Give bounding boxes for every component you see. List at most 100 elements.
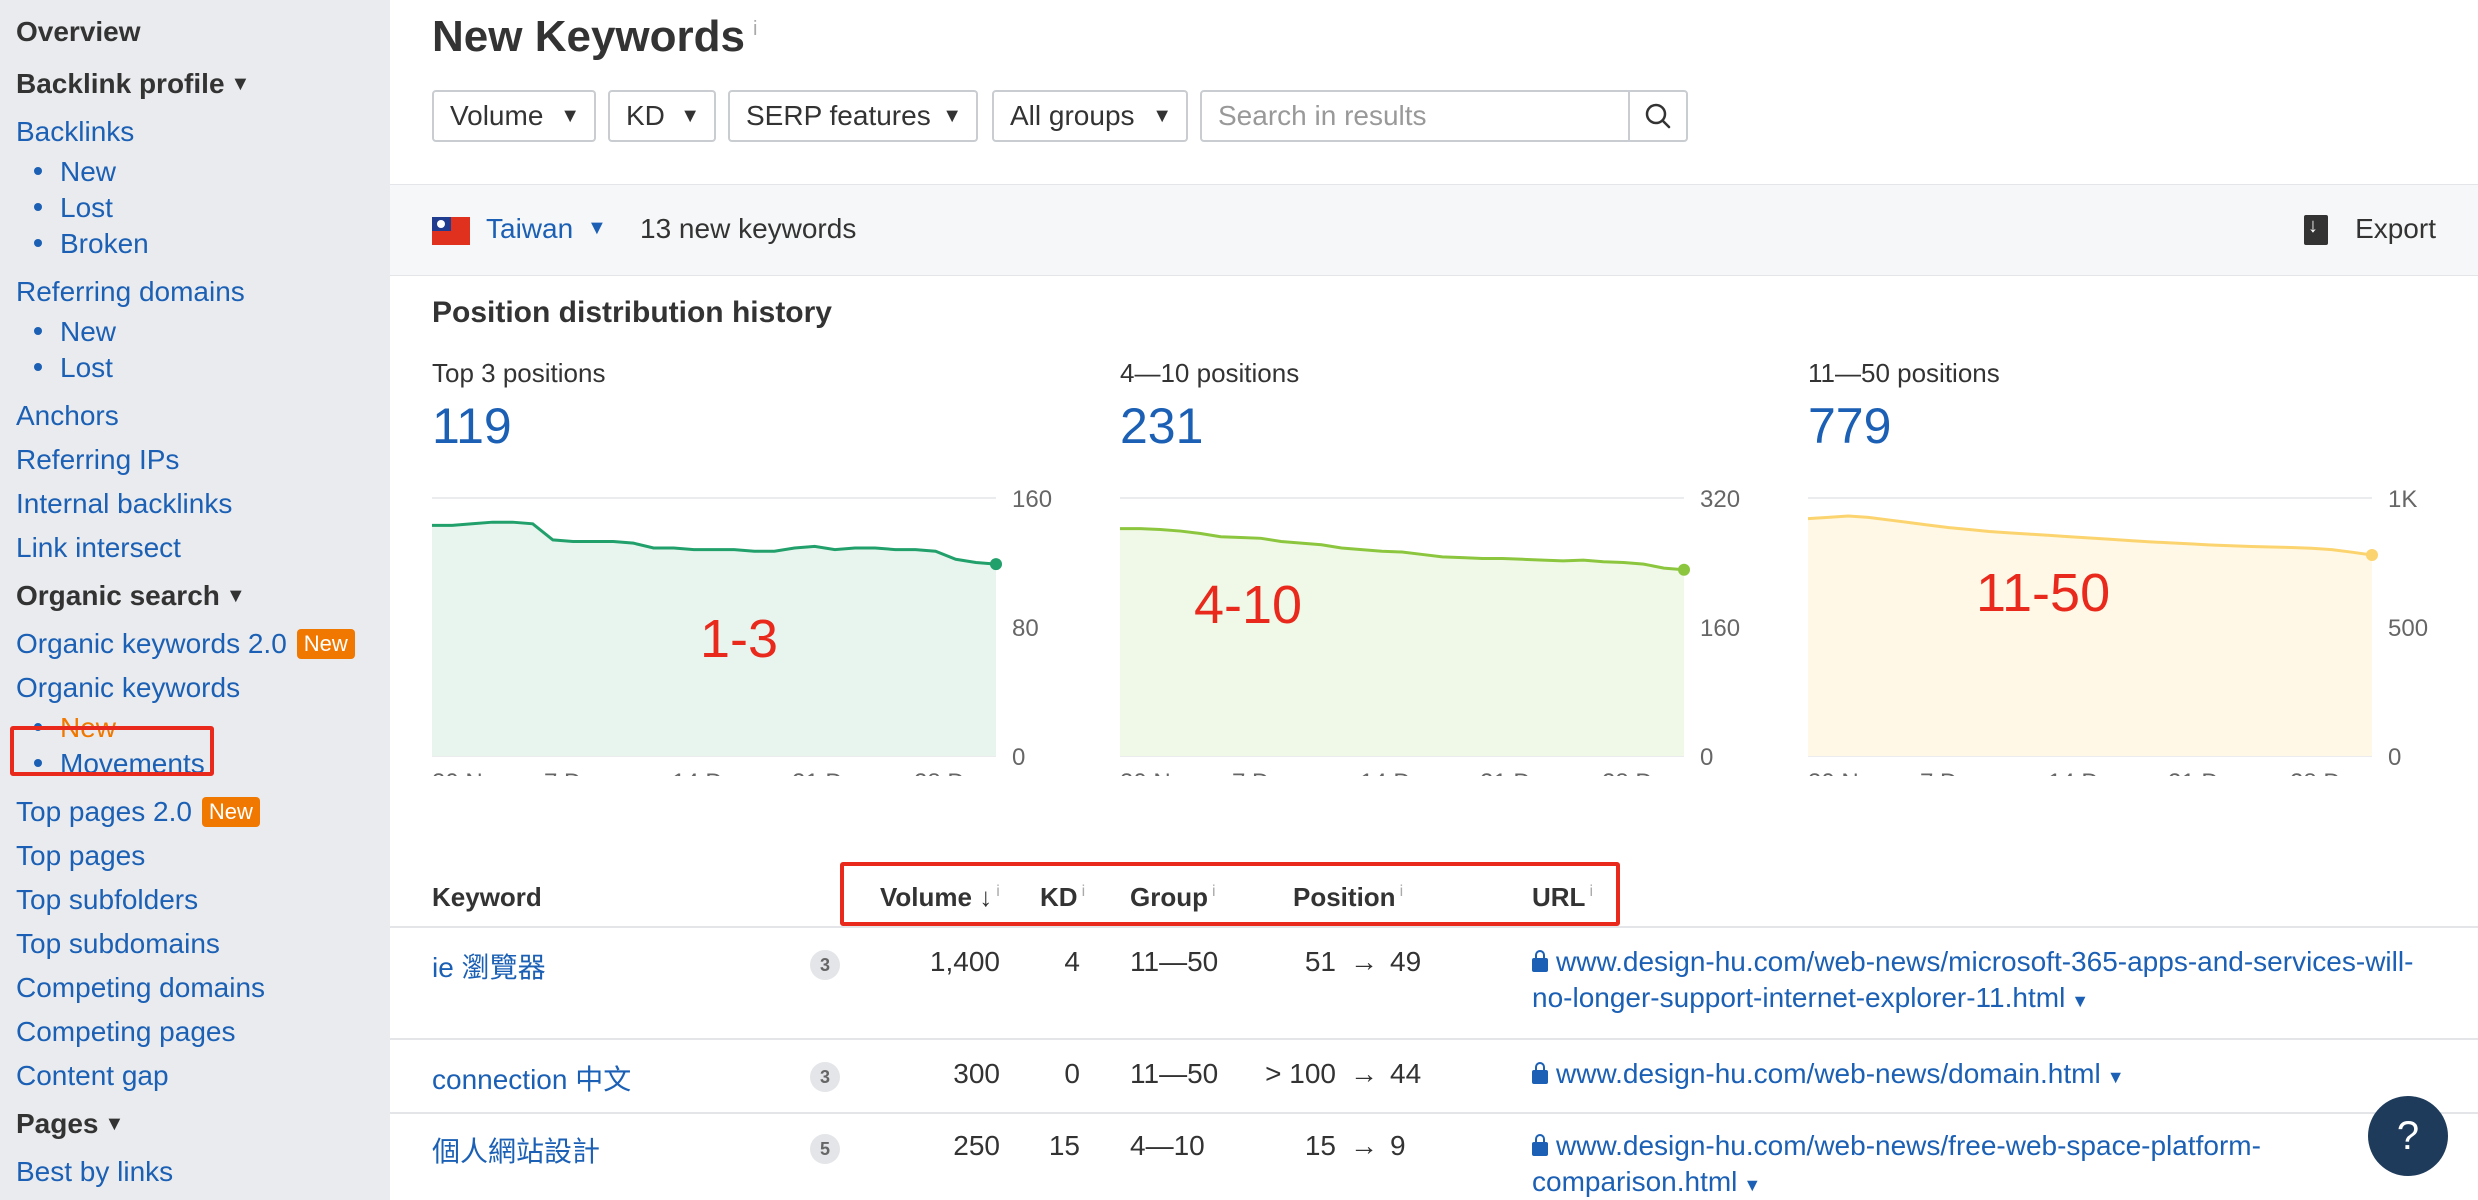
- position-to: 9: [1390, 1130, 1406, 1161]
- bullet-icon: [34, 326, 42, 335]
- groups-filter[interactable]: All groups ▼: [992, 90, 1188, 142]
- table-row: connection 中文 3 300 0 11—50 > 100 → 44 w…: [390, 1040, 2478, 1114]
- chart-annotation: 1-3: [700, 609, 779, 669]
- url-text: www.design-hu.com/web-news/microsoft-365…: [1532, 946, 2414, 1013]
- sidebar-item-backlinks-broken[interactable]: Broken: [16, 226, 390, 262]
- lock-icon: [1532, 1134, 1548, 1156]
- results-toolbar: Taiwan ▼ 13 new keywords Export: [390, 184, 2478, 276]
- sidebar-overview[interactable]: Overview: [16, 14, 390, 58]
- info-icon[interactable]: i: [753, 18, 757, 40]
- serp-features-filter[interactable]: SERP features ▼: [728, 90, 978, 142]
- sidebar-pages[interactable]: Pages ▼: [16, 1106, 390, 1150]
- sidebar-item-referring-domains[interactable]: Referring domains: [16, 270, 390, 314]
- new-badge: New: [201, 796, 260, 827]
- keyword-link[interactable]: connection 中文: [432, 1058, 631, 1098]
- column-volume[interactable]: Volume ↓ i: [880, 882, 1000, 913]
- country-selector[interactable]: Taiwan ▼: [486, 213, 607, 245]
- keyword-link[interactable]: ie 瀏覽器: [432, 946, 546, 986]
- position-from: > 100: [1265, 1058, 1336, 1089]
- taiwan-flag-icon: [432, 217, 470, 245]
- groups-filter-label: All groups: [1010, 100, 1135, 131]
- keyword-link[interactable]: 個人網站設計: [432, 1130, 600, 1170]
- sidebar: Overview Backlink profile ▼ Backlinks New…: [0, 0, 390, 1200]
- table-row: ie 瀏覽器 3 1,400 4 11—50 51 → 49 www.desig…: [390, 928, 2478, 1040]
- bullet-icon: [34, 362, 42, 371]
- sidebar-item-backlinks-lost[interactable]: Lost: [16, 190, 390, 226]
- y-tick-label: 0: [2388, 744, 2401, 771]
- sidebar-item-top-pages-2[interactable]: Top pages 2.0 New: [16, 790, 390, 834]
- sidebar-item-link-intersect[interactable]: Link intersect: [16, 526, 390, 570]
- volume-value: 250: [953, 1130, 1000, 1161]
- sidebar-item-best-by-links[interactable]: Best by links: [16, 1150, 390, 1194]
- column-url[interactable]: URL i: [1532, 882, 1593, 913]
- sidebar-item-label: Lost: [60, 352, 113, 383]
- chart-4-10: 4—10 positions 231 320 160 0 30 Nov 7 Dec 14 …: [1120, 358, 1750, 808]
- sidebar-organic-search[interactable]: Organic search ▼: [16, 578, 390, 622]
- serp-features-badge[interactable]: 5: [810, 1134, 840, 1164]
- sidebar-item-backlinks[interactable]: Backlinks: [16, 110, 390, 154]
- url-link[interactable]: www.design-hu.com/web-news/microsoft-365…: [1532, 944, 2432, 1019]
- sidebar-item-referring-new[interactable]: New: [16, 314, 390, 350]
- x-tick-label: 7 Dec: [1920, 769, 1983, 776]
- sidebar-item-content-gap[interactable]: Content gap: [16, 1054, 390, 1098]
- export-button[interactable]: Export: [2355, 213, 2436, 245]
- sidebar-item-backlinks-new[interactable]: New: [16, 154, 390, 190]
- serp-features-badge[interactable]: 3: [810, 1062, 840, 1092]
- caret-down-icon[interactable]: ▼: [2071, 991, 2089, 1011]
- column-kd[interactable]: KD i: [1040, 882, 1085, 913]
- sidebar-item-label: Movements: [60, 748, 205, 779]
- x-tick-label: 14 Dec: [1360, 769, 1436, 776]
- sidebar-item-internal-backlinks[interactable]: Internal backlinks: [16, 482, 390, 526]
- chart-11-50: 11—50 positions 779 1K 500 0 30 Nov 7 Dec 14 …: [1808, 358, 2438, 808]
- help-button[interactable]: ?: [2368, 1096, 2448, 1176]
- caret-down-icon[interactable]: ▼: [2107, 1067, 2125, 1087]
- sidebar-backlink-profile[interactable]: Backlink profile ▼: [16, 66, 390, 110]
- column-position[interactable]: Position i: [1293, 882, 1403, 913]
- sort-desc-icon: ↓: [971, 882, 993, 912]
- sidebar-item-competing-pages[interactable]: Competing pages: [16, 1010, 390, 1054]
- caret-down-icon[interactable]: ▼: [1743, 1175, 1761, 1195]
- y-tick-label: 160: [1012, 486, 1052, 513]
- volume-filter-label: Volume: [450, 100, 544, 131]
- sidebar-item-top-subdomains[interactable]: Top subdomains: [16, 922, 390, 966]
- search-button[interactable]: [1628, 90, 1688, 142]
- series-end-point: [990, 558, 1002, 571]
- sidebar-item-competing-domains[interactable]: Competing domains: [16, 966, 390, 1010]
- column-keyword[interactable]: Keyword: [432, 882, 542, 913]
- sidebar-item-anchors[interactable]: Anchors: [16, 394, 390, 438]
- sidebar-item-organic-keywords-2[interactable]: Organic keywords 2.0 New: [16, 622, 390, 666]
- position-to: 49: [1390, 946, 1422, 977]
- y-tick-label: 500: [2388, 615, 2428, 642]
- sidebar-item-referring-lost[interactable]: Lost: [16, 350, 390, 386]
- caret-down-icon: ▼: [680, 105, 700, 127]
- chart-plot: 1K 500 0 30 Nov 7 Dec 14 Dec 21 Dec 28 Dec: [1808, 486, 2428, 776]
- sidebar-item-referring-ips[interactable]: Referring IPs: [16, 438, 390, 482]
- serp-features-badge[interactable]: 3: [810, 950, 840, 980]
- x-tick-label: 30 Nov: [1808, 769, 1884, 776]
- volume-value: 300: [953, 1058, 1000, 1089]
- sidebar-item-organic-new[interactable]: New: [16, 710, 390, 746]
- url-link[interactable]: www.design-hu.com/web-news/free-web-spac…: [1532, 1128, 2332, 1200]
- export-icon[interactable]: [2304, 215, 2328, 245]
- x-tick-label: 21 Dec: [1480, 769, 1556, 776]
- info-icon: i: [996, 883, 1000, 901]
- info-icon: i: [1212, 883, 1216, 901]
- x-tick-label: 21 Dec: [792, 769, 868, 776]
- x-tick-label: 14 Dec: [672, 769, 748, 776]
- sidebar-item-organic-keywords[interactable]: Organic keywords: [16, 666, 390, 710]
- page-title: New Keywords i: [432, 12, 757, 62]
- sidebar-item-label: Broken: [60, 228, 149, 259]
- sidebar-item-top-pages[interactable]: Top pages: [16, 834, 390, 878]
- sidebar-item-top-subfolders[interactable]: Top subfolders: [16, 878, 390, 922]
- search-input[interactable]: [1202, 92, 1628, 140]
- column-group[interactable]: Group i: [1130, 882, 1216, 913]
- x-tick-label: 28 Dec: [914, 769, 990, 776]
- column-url-label: URL: [1532, 882, 1586, 912]
- new-badge: New: [296, 628, 355, 659]
- kd-filter[interactable]: KD ▼: [608, 90, 716, 142]
- position-from: 51: [1304, 946, 1336, 977]
- sidebar-item-organic-movements[interactable]: Movements: [16, 746, 390, 782]
- volume-filter[interactable]: Volume ▼: [432, 90, 596, 142]
- url-link[interactable]: www.design-hu.com/web-news/domain.html ▼: [1532, 1056, 2432, 1095]
- table-header: Keyword Volume ↓ i KD i Group i Position i U…: [390, 858, 2478, 928]
